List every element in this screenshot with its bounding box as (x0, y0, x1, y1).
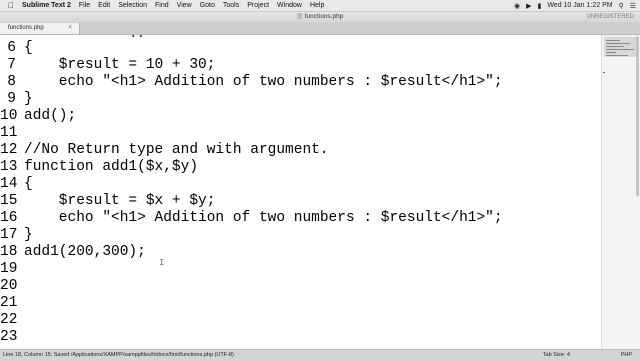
code-editor[interactable]: 5function add()6{7 $result = 10 + 30;8 e… (0, 35, 601, 349)
menu-file[interactable]: File (79, 2, 90, 9)
registration-status: UNREGISTERED (586, 14, 634, 20)
line-number: 9 (7, 91, 16, 107)
minimap-line (606, 46, 624, 47)
minimap-line (606, 43, 630, 44)
minimap-marker (603, 72, 605, 73)
line-number: 10 (0, 108, 18, 124)
document-icon (296, 13, 302, 19)
status-icons: ◉ ▶ ▮ Wed 10 Jan 1:22 PM ⚲ ☰ (514, 0, 636, 11)
minimap-line (606, 49, 634, 50)
menu-selection[interactable]: Selection (118, 2, 147, 9)
tab-functions-php[interactable]: functions.php × (0, 23, 80, 34)
line-number: 16 (0, 210, 18, 226)
line-number: 15 (0, 193, 18, 209)
status-bar: Line 18, Column 15; Saved /Applications/… (0, 349, 640, 361)
line-number: 18 (0, 244, 18, 260)
line-text: { (24, 176, 33, 192)
line-text: $result = 10 + 30; (24, 57, 216, 73)
line-number: 12 (0, 142, 18, 158)
code-line[interactable]: 16 echo "<h1> Addition of two numbers : … (0, 210, 601, 227)
tab-bar: functions.php × (0, 22, 640, 35)
line-number: 14 (0, 176, 18, 192)
menu-help[interactable]: Help (310, 2, 324, 9)
code-line[interactable]: 23 (0, 329, 601, 346)
tab-label: functions.php (8, 25, 44, 31)
tab-size-selector[interactable]: Tab Size: 4 (543, 350, 570, 361)
line-text: } (24, 227, 33, 243)
code-line[interactable]: 12 //No Return type and with argument. (0, 142, 601, 159)
code-line[interactable]: 6{ (0, 40, 601, 57)
line-text: echo "<h1> Addition of two numbers : $re… (24, 74, 503, 90)
code-line[interactable]: 14 { (0, 176, 601, 193)
code-line[interactable]: 22 (0, 312, 601, 329)
code-line[interactable]: 9} (0, 91, 601, 108)
line-number: 7 (7, 57, 16, 73)
minimap[interactable] (601, 35, 640, 349)
status-message: Line 18, Column 15; Saved /Applications/… (3, 352, 234, 358)
volume-icon[interactable]: ▶ (526, 2, 531, 10)
vertical-scrollbar[interactable] (636, 36, 639, 196)
code-line[interactable]: 21 (0, 295, 601, 312)
line-text: function add1($x,$y) (24, 159, 199, 175)
window-title-bar: functions.php UNREGISTERED (0, 12, 640, 22)
menu-bar:  Sublime Text 2 File Edit Selection Fin… (0, 0, 640, 12)
menu-project[interactable]: Project (247, 2, 269, 9)
line-number: 6 (7, 40, 16, 56)
notification-icon[interactable]: ☰ (630, 2, 636, 10)
line-text: $result = $x + $y; (24, 193, 216, 209)
code-line[interactable]: 7 $result = 10 + 30; (0, 57, 601, 74)
line-number: 19 (0, 261, 18, 277)
window-title: functions.php (304, 13, 344, 20)
line-number: 8 (7, 74, 16, 90)
line-text: } (24, 91, 33, 107)
code-line[interactable]: 18 add1(200,300); (0, 244, 601, 261)
code-line[interactable]: 13 function add1($x,$y) (0, 159, 601, 176)
clock-text[interactable]: Wed 10 Jan 1:22 PM (547, 2, 612, 9)
menu-view[interactable]: View (177, 2, 192, 9)
menu-window[interactable]: Window (277, 2, 302, 9)
search-icon[interactable]: ⚲ (619, 2, 624, 10)
line-text: add1(200,300); (24, 244, 146, 260)
line-number: 11 (0, 125, 18, 141)
code-line[interactable]: 19 (0, 261, 601, 278)
menu-goto[interactable]: Goto (200, 2, 215, 9)
minimap-line (606, 52, 616, 53)
syntax-selector[interactable]: PHP (621, 350, 632, 361)
code-line[interactable]: 17} (0, 227, 601, 244)
code-line[interactable]: 10 add(); (0, 108, 601, 125)
minimap-line (606, 40, 620, 41)
text-cursor-icon: I (159, 258, 165, 268)
line-text: //No Return type and with argument. (24, 142, 329, 158)
menu-app-name[interactable]: Sublime Text 2 (22, 2, 71, 9)
line-number: 20 (0, 278, 18, 294)
battery-icon[interactable]: ▮ (537, 2, 541, 10)
line-number: 21 (0, 295, 18, 311)
line-text: add(); (24, 108, 77, 124)
wifi-icon[interactable]: ◉ (514, 2, 520, 10)
line-number: 23 (0, 329, 18, 345)
menu-tools[interactable]: Tools (223, 2, 239, 9)
line-number: 17 (0, 227, 18, 243)
line-number: 22 (0, 312, 18, 328)
code-line[interactable]: 20 (0, 278, 601, 295)
code-line[interactable]: 15 $result = $x + $y; (0, 193, 601, 210)
code-line[interactable]: 8 echo "<h1> Addition of two numbers : $… (0, 74, 601, 91)
line-text: { (24, 40, 33, 56)
minimap-line (606, 55, 628, 56)
close-icon[interactable]: × (68, 23, 72, 34)
line-text: echo "<h1> Addition of two numbers : $re… (24, 210, 503, 226)
menu-edit[interactable]: Edit (98, 2, 110, 9)
apple-menu-icon[interactable]:  (6, 1, 16, 10)
menu-find[interactable]: Find (155, 2, 169, 9)
code-lines: 5function add()6{7 $result = 10 + 30;8 e… (0, 35, 601, 346)
line-number: 13 (0, 159, 18, 175)
code-line[interactable]: 11 (0, 125, 601, 142)
